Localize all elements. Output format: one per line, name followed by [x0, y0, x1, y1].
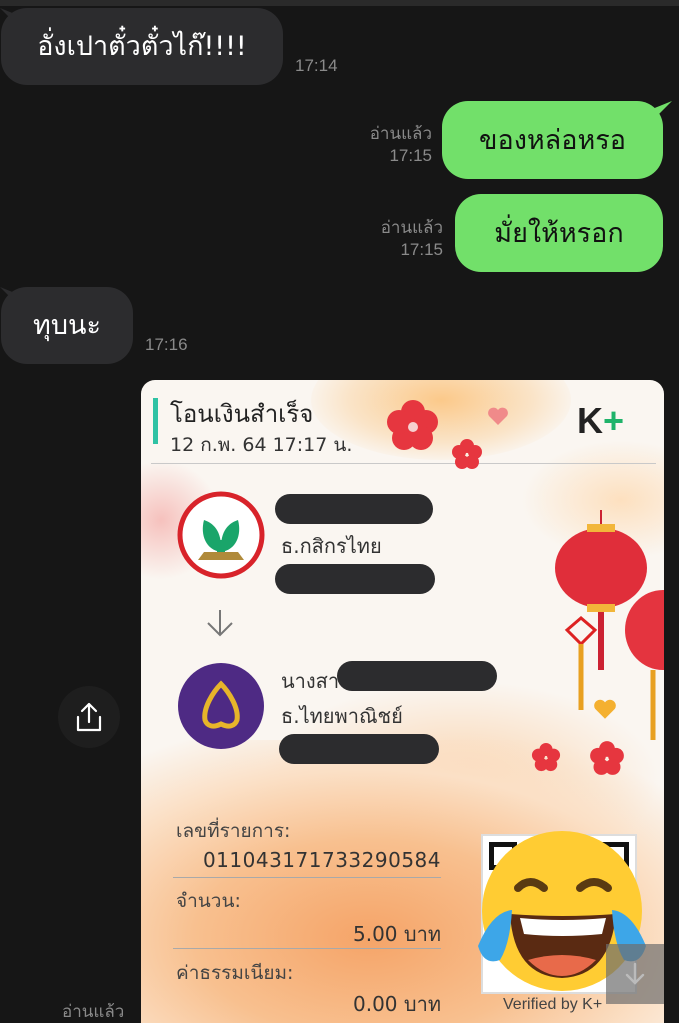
redacted-sender-account [275, 564, 435, 594]
receiver-name-prefix: นางสา [281, 669, 340, 693]
message-time: 17:15 [400, 240, 443, 259]
chevron-down-icon [625, 962, 645, 985]
sender-bank-name: ธ.กสิกรไทย [281, 534, 382, 558]
slip-title: โอนเงินสำเร็จ [170, 400, 314, 428]
slip-date: 12 ก.พ. 64 17:17 น. [170, 434, 353, 456]
message-bubble-outgoing[interactable]: ของหล่อหรอ [442, 101, 663, 179]
top-edge [0, 0, 679, 6]
message-read-status: อ่านแล้ว [62, 1002, 125, 1022]
heart-decoration [488, 407, 508, 425]
amount-value: 5.00 บาท [353, 922, 441, 946]
message-read-status: อ่านแล้ว 17:15 [363, 217, 443, 261]
slip-accent-bar [153, 398, 158, 444]
flower-decoration [452, 439, 482, 469]
arrow-down-icon [207, 610, 233, 637]
scroll-down-button[interactable] [606, 944, 664, 1004]
message-read-status: อ่านแล้ว 17:15 [352, 123, 432, 167]
fee-value: 0.00 บาท [353, 992, 441, 1016]
message-bubble-incoming[interactable]: อั่งเปาตั๋วตั๋วไก๊!!!! [1, 8, 283, 85]
scb-logo [178, 663, 264, 749]
read-label: อ่านแล้ว [380, 218, 443, 237]
share-icon [76, 702, 102, 732]
message-time: 17:14 [295, 56, 338, 75]
lantern-decoration [625, 590, 664, 740]
kplus-logo-plus: + [603, 400, 625, 441]
flower-decoration [590, 741, 624, 775]
read-label: อ่านแล้ว [369, 124, 432, 143]
heart-decoration [594, 699, 616, 719]
detail-rule [173, 948, 441, 949]
message-bubble-incoming[interactable]: ทุบนะ [1, 287, 133, 364]
receiver-bank-name: ธ.ไทยพาณิชย์ [281, 704, 403, 728]
kplus-logo: K+ [577, 400, 624, 442]
verified-text: Verified by K+ [503, 996, 603, 1013]
share-button[interactable] [58, 686, 120, 748]
message-time: 17:15 [389, 146, 432, 165]
ref-value: 011043171733290584 [202, 848, 441, 872]
message-bubble-outgoing[interactable]: มั่ยให้หรอก [455, 194, 663, 272]
ref-label: เลขที่รายการ: [176, 820, 291, 842]
redacted-receiver-name [337, 661, 497, 691]
flower-decoration [387, 400, 438, 450]
kplus-logo-k: K [577, 400, 603, 441]
redacted-sender-name [275, 494, 433, 524]
detail-rule [173, 877, 441, 878]
slip-divider [151, 463, 656, 464]
redacted-receiver-account [279, 734, 439, 764]
flower-decoration [531, 742, 561, 772]
fee-label: ค่าธรรมเนียม: [176, 962, 294, 984]
kbank-logo [177, 491, 265, 579]
message-time: 17:16 [145, 335, 188, 354]
amount-label: จำนวน: [176, 890, 241, 912]
